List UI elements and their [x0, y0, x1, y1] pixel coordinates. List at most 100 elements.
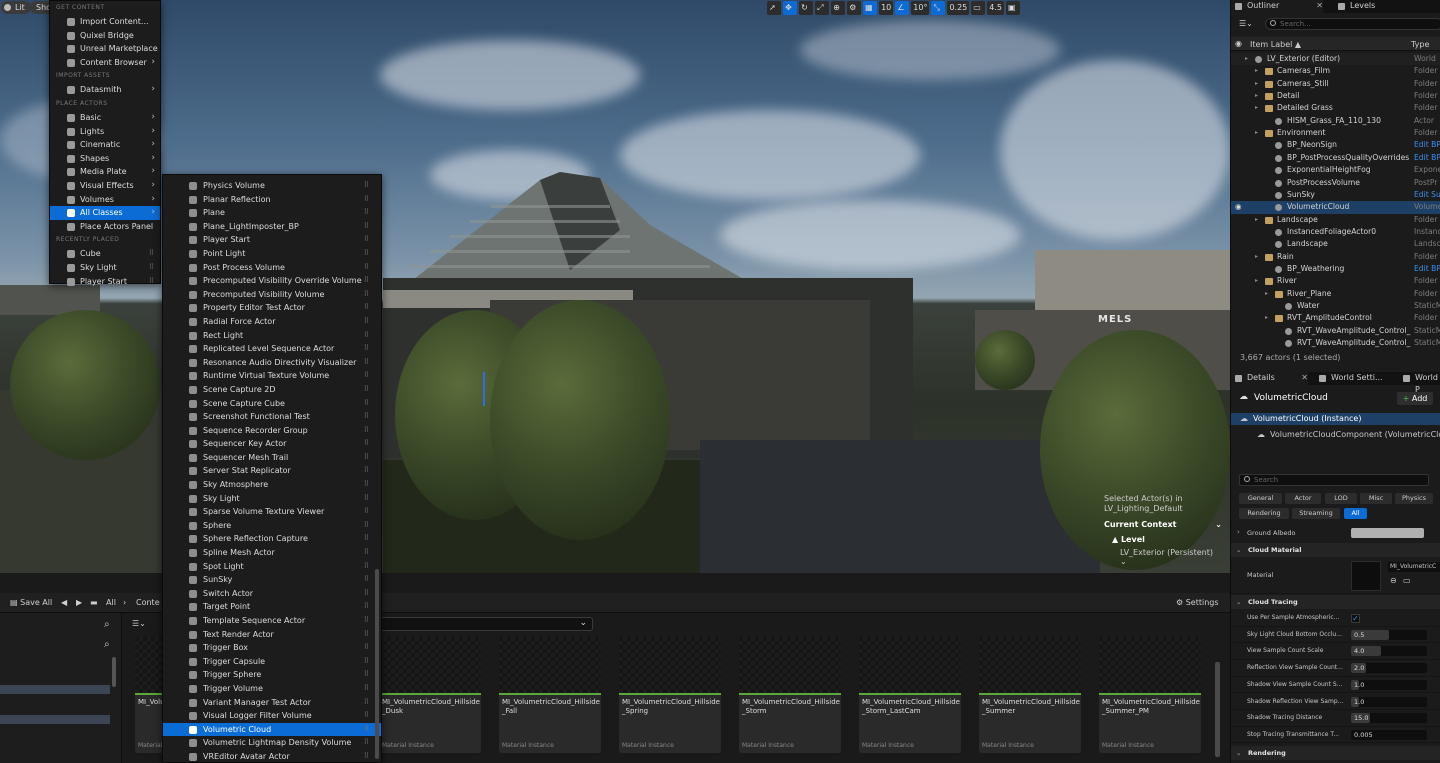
view-mode-button[interactable]: Lit: [1, 1, 31, 14]
menu-item-media-plate[interactable]: Media Plate ›: [50, 165, 160, 179]
drag-handle-icon[interactable]: ⠿: [364, 424, 369, 438]
back-button[interactable]: ◀: [61, 598, 67, 607]
class-item-text-render-actor[interactable]: Text Render Actor ⠿: [163, 628, 381, 642]
drag-handle-icon[interactable]: ⠿: [364, 179, 369, 193]
asset-tile[interactable]: MI_Volu Material: [135, 637, 163, 753]
drag-handle-icon[interactable]: ⠿: [149, 261, 154, 275]
drag-handle-icon[interactable]: ⠿: [364, 329, 369, 343]
tab-levels[interactable]: Levels: [1334, 0, 1434, 13]
drag-handle-icon[interactable]: ⠿: [364, 315, 369, 329]
property-value-input[interactable]: 0.005: [1351, 729, 1427, 740]
drag-handle-icon[interactable]: ⠿: [364, 736, 369, 750]
section-rendering[interactable]: ⌄ Rendering: [1231, 746, 1440, 760]
drag-handle-icon[interactable]: ⠿: [364, 206, 369, 220]
rotation-snap-value[interactable]: 10°: [911, 0, 930, 15]
outliner-row[interactable]: BP_NeonSign Edit BP: [1231, 139, 1440, 151]
drag-handle-icon[interactable]: ⠿: [364, 356, 369, 370]
search-icon[interactable]: ⌕: [104, 619, 110, 630]
save-all-button[interactable]: ▤ Save All: [10, 598, 52, 607]
class-item-volumetric-lightmap-density-volume[interactable]: Volumetric Lightmap Density Volume ⠿: [163, 736, 381, 750]
filter-icon[interactable]: ☰⌄: [132, 619, 146, 628]
class-item-sunsky[interactable]: SunSky ⠿: [163, 573, 381, 587]
drag-handle-icon[interactable]: ⠿: [364, 478, 369, 492]
content-scrollbar[interactable]: [1215, 662, 1220, 757]
asset-tile[interactable]: MI_VolumetricCloud_Hillside_Storm_LastCa…: [859, 637, 961, 753]
drag-handle-icon[interactable]: ⠿: [364, 369, 369, 383]
class-item-sequencer-key-actor[interactable]: Sequencer Key Actor ⠿: [163, 437, 381, 451]
drag-handle-icon[interactable]: ⠿: [364, 301, 369, 315]
close-icon[interactable]: ✕: [1316, 0, 1323, 12]
rotation-snap-button[interactable]: ∠: [895, 0, 910, 15]
class-item-runtime-virtual-texture-volume[interactable]: Runtime Virtual Texture Volume ⠿: [163, 369, 381, 383]
outliner-row[interactable]: ▸ Environment Folder: [1231, 127, 1440, 139]
class-item-sequence-recorder-group[interactable]: Sequence Recorder Group ⠿: [163, 424, 381, 438]
property-value-input[interactable]: 2.0: [1351, 663, 1427, 674]
menu-item-visual-effects[interactable]: Visual Effects ›: [50, 179, 160, 193]
outliner-row[interactable]: BP_Weathering Edit BP: [1231, 263, 1440, 275]
details-search-input[interactable]: Search: [1239, 474, 1429, 486]
class-item-spot-light[interactable]: Spot Light ⠿: [163, 560, 381, 574]
grid-snap-value[interactable]: 10: [879, 0, 894, 15]
class-item-spline-mesh-actor[interactable]: Spline Mesh Actor ⠿: [163, 546, 381, 560]
drag-handle-icon[interactable]: ⠿: [364, 397, 369, 411]
settings-button[interactable]: ⚙ Settings: [1176, 598, 1219, 607]
outliner-row[interactable]: SunSky Edit Su: [1231, 189, 1440, 201]
asset-tile[interactable]: MI_VolumetricCloud_Hillside_Summer Materi…: [979, 637, 1081, 753]
outliner-row[interactable]: InstancedFoliageActor0 Instanc: [1231, 226, 1440, 238]
grid-snap-button[interactable]: ▦: [863, 0, 878, 15]
filter-all[interactable]: All: [1344, 508, 1367, 519]
camera-speed-value[interactable]: 4.5: [987, 0, 1004, 15]
add-component-button[interactable]: + Add: [1397, 392, 1433, 405]
class-item-trigger-volume[interactable]: Trigger Volume ⠿: [163, 682, 381, 696]
eye-icon[interactable]: ◉: [1235, 201, 1242, 213]
menu-item-shapes[interactable]: Shapes ›: [50, 152, 160, 166]
outliner-row[interactable]: ▸ RVT_AmplitudeControl Folder: [1231, 312, 1440, 324]
drag-handle-icon[interactable]: ⠿: [364, 383, 369, 397]
drag-handle-icon[interactable]: ⠿: [364, 193, 369, 207]
drag-handle-icon[interactable]: ⠿: [364, 560, 369, 574]
section-cloud-material[interactable]: ⌄ Cloud Material: [1231, 543, 1440, 557]
eye-icon[interactable]: ◉: [1235, 39, 1242, 48]
class-item-variant-manager-test-actor[interactable]: Variant Manager Test Actor ⠿: [163, 696, 381, 710]
drag-handle-icon[interactable]: ⠿: [364, 288, 369, 302]
drag-handle-icon[interactable]: ⠿: [364, 532, 369, 546]
drag-handle-icon[interactable]: ⠿: [364, 682, 369, 696]
outliner-type[interactable]: Edit BP: [1414, 139, 1440, 151]
world-space-button[interactable]: ⊕: [831, 0, 846, 15]
drag-handle-icon[interactable]: ⠿: [364, 342, 369, 356]
scale-button[interactable]: ⤢: [815, 0, 830, 15]
class-item-sequencer-mesh-trail[interactable]: Sequencer Mesh Trail ⠿: [163, 451, 381, 465]
expand-arrow-icon[interactable]: ▸: [1255, 90, 1258, 102]
class-item-vreditor-avatar-actor[interactable]: VREditor Avatar Actor ⠿: [163, 750, 381, 762]
asset-tile[interactable]: MI_VolumetricCloud_Hillside_Fall Material…: [499, 637, 601, 753]
class-item-sky-light[interactable]: Sky Light ⠿: [163, 492, 381, 506]
filter-icon[interactable]: ☰⌄: [1239, 19, 1253, 28]
level-value[interactable]: LV_Exterior (Persistent) ⌄: [1104, 548, 1222, 566]
filter-general[interactable]: General: [1239, 493, 1282, 504]
filter-rendering[interactable]: Rendering: [1239, 508, 1289, 519]
filter-actor[interactable]: Actor: [1285, 493, 1321, 504]
tab-world-settings[interactable]: World Setti...: [1315, 372, 1405, 385]
folder-row[interactable]: [0, 685, 110, 694]
expand-arrow-icon[interactable]: ▸: [1255, 251, 1258, 263]
class-item-sphere[interactable]: Sphere ⠿: [163, 519, 381, 533]
drag-handle-icon[interactable]: ⠿: [364, 668, 369, 682]
outliner-type[interactable]: Edit BP: [1414, 263, 1440, 275]
breadcrumb-content[interactable]: Conte: [136, 598, 160, 607]
tab-details[interactable]: Details ✕: [1231, 372, 1308, 385]
property-value-input[interactable]: 15.0: [1351, 713, 1427, 724]
class-item-precomputed-visibility-volume[interactable]: Precomputed Visibility Volume ⠿: [163, 288, 381, 302]
menu-item-cube[interactable]: Cube ⠿: [50, 247, 160, 261]
drag-handle-icon[interactable]: ⠿: [149, 275, 154, 289]
expand-arrow-icon[interactable]: ▸: [1265, 312, 1268, 324]
drag-handle-icon[interactable]: ⠿: [364, 274, 369, 288]
outliner-type[interactable]: Edit BP: [1414, 152, 1440, 164]
menu-item-content-browser[interactable]: Content Browser ›: [50, 56, 160, 70]
class-item-screenshot-functional-test[interactable]: Screenshot Functional Test ⠿: [163, 410, 381, 424]
outliner-row[interactable]: ▸ River_Plane Folder: [1231, 288, 1440, 300]
menu-item-place-actors-panel[interactable]: Place Actors Panel: [50, 220, 160, 234]
menu-item-basic[interactable]: Basic ›: [50, 111, 160, 125]
drag-handle-icon[interactable]: ⠿: [364, 519, 369, 533]
class-item-scene-capture-2d[interactable]: Scene Capture 2D ⠿: [163, 383, 381, 397]
class-item-target-point[interactable]: Target Point ⠿: [163, 600, 381, 614]
